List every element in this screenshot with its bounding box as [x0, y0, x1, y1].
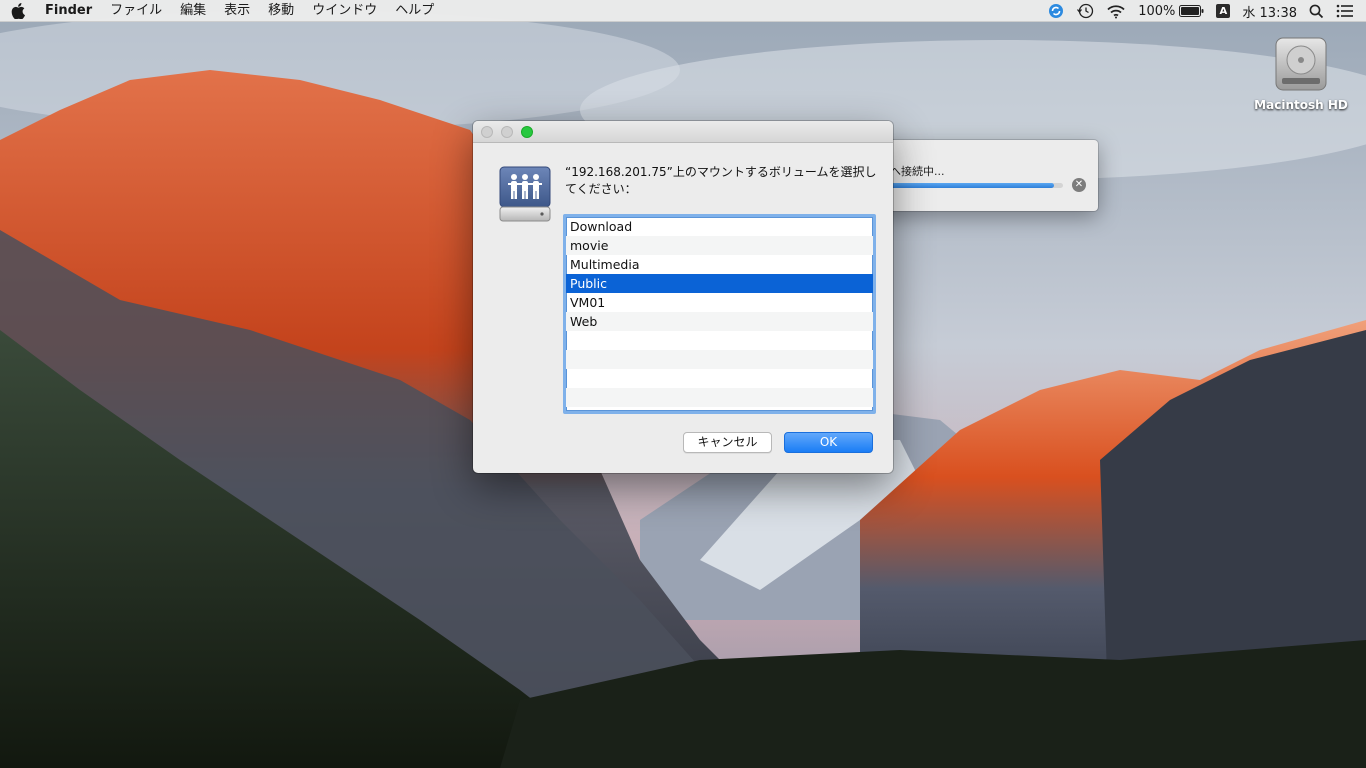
- hard-disk-icon: [1275, 37, 1327, 91]
- progress-fill: [880, 183, 1054, 188]
- connecting-status: へ接続中...: [890, 165, 945, 178]
- volume-list-item[interactable]: Public: [566, 274, 873, 293]
- volume-list-empty-row: [566, 350, 873, 369]
- input-source-badge: A: [1216, 4, 1231, 18]
- volume-list-item[interactable]: VM01: [566, 293, 873, 312]
- close-button[interactable]: [481, 126, 493, 138]
- notification-center-icon[interactable]: [1330, 0, 1366, 22]
- menu-app-finder[interactable]: Finder: [36, 0, 101, 22]
- menu-view[interactable]: 表示: [215, 0, 259, 22]
- volume-list-empty-row: [566, 331, 873, 350]
- battery-status[interactable]: 100%: [1132, 0, 1210, 22]
- battery-icon: [1179, 5, 1204, 17]
- time-machine-icon[interactable]: [1070, 0, 1100, 22]
- menubar-clock[interactable]: 水 13:38: [1236, 0, 1303, 22]
- connecting-window: へ接続中... ✕: [860, 140, 1098, 211]
- stop-connection-icon[interactable]: ✕: [1072, 178, 1086, 192]
- select-volume-dialog: “192.168.201.75”上のマウントするボリュームを選択してください： …: [473, 121, 893, 473]
- menu-go[interactable]: 移動: [259, 0, 303, 22]
- ok-button[interactable]: OK: [784, 432, 873, 453]
- spotlight-icon[interactable]: [1303, 0, 1330, 22]
- volume-list-empty-row: [566, 388, 873, 407]
- minimize-button[interactable]: [501, 126, 513, 138]
- desktop-icon-macintosh-hd[interactable]: Macintosh HD: [1254, 32, 1348, 112]
- volume-list-item[interactable]: Download: [566, 217, 873, 236]
- volume-list-empty-row: [566, 369, 873, 388]
- shared-server-icon: [499, 166, 551, 222]
- cancel-button[interactable]: キャンセル: [683, 432, 772, 453]
- sync-icon[interactable]: [1042, 0, 1070, 22]
- menu-file[interactable]: ファイル: [101, 0, 171, 22]
- volume-list[interactable]: Download movie Multimedia Public VM01 Web: [563, 214, 876, 414]
- wifi-icon[interactable]: [1100, 0, 1132, 22]
- zoom-button[interactable]: [521, 126, 533, 138]
- volume-list-item[interactable]: movie: [566, 236, 873, 255]
- dialog-prompt: “192.168.201.75”上のマウントするボリュームを選択してください：: [565, 165, 877, 196]
- menu-help[interactable]: ヘルプ: [386, 0, 443, 22]
- desktop-icon-label: Macintosh HD: [1254, 98, 1348, 112]
- input-source-menu[interactable]: A: [1210, 0, 1236, 22]
- connecting-progress-bar: [880, 183, 1063, 188]
- dialog-titlebar: [473, 121, 893, 143]
- menu-bar: Finder ファイル 編集 表示 移動 ウインドウ ヘルプ 100% A 水 …: [0, 0, 1366, 22]
- menu-window[interactable]: ウインドウ: [303, 0, 386, 22]
- volume-list-item[interactable]: Multimedia: [566, 255, 873, 274]
- apple-icon[interactable]: [0, 0, 36, 22]
- volume-list-item[interactable]: Web: [566, 312, 873, 331]
- battery-percent: 100%: [1138, 3, 1176, 19]
- menu-edit[interactable]: 編集: [171, 0, 215, 22]
